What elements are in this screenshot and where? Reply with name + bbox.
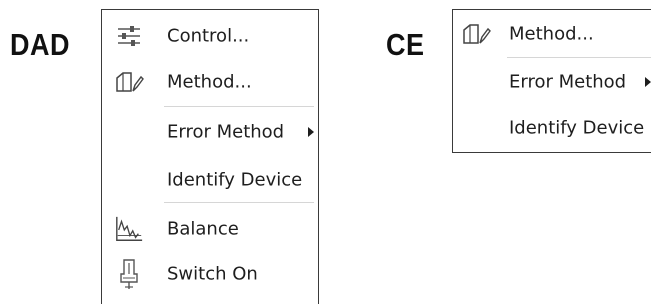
menu-item-label: Identify Device xyxy=(509,117,645,139)
dad-context-menu: Control... Method... Error Method Identi… xyxy=(101,9,319,304)
menu-item-error-method[interactable]: Error Method xyxy=(102,112,318,152)
menu-item-method[interactable]: Method... xyxy=(102,62,318,102)
menu-item-identify-device[interactable]: Identify Device xyxy=(102,160,318,200)
menu-item-label: Balance xyxy=(167,218,239,240)
menu-item-label: Method... xyxy=(167,71,252,93)
menu-separator xyxy=(164,106,314,107)
lamp-icon xyxy=(114,259,144,289)
menu-item-control[interactable]: Control... xyxy=(102,16,318,56)
method-edit-icon xyxy=(461,19,491,49)
ce-panel-label: CE xyxy=(386,28,425,62)
method-edit-icon xyxy=(114,67,144,97)
menu-item-switch-on[interactable]: Switch On xyxy=(102,254,318,294)
submenu-arrow-icon xyxy=(308,127,314,137)
menu-item-identify-device[interactable]: Identify Device xyxy=(453,108,651,148)
balance-icon xyxy=(114,214,144,244)
submenu-arrow-icon xyxy=(645,77,651,87)
menu-item-label: Identify Device xyxy=(167,169,303,191)
menu-item-label: Method... xyxy=(509,23,594,45)
menu-item-label: Switch On xyxy=(167,263,258,285)
menu-item-label: Error Method xyxy=(509,71,627,93)
sliders-icon xyxy=(114,21,144,51)
menu-item-label: Control... xyxy=(167,25,250,47)
ce-context-menu: Method... Error Method Identify Device xyxy=(452,9,651,153)
menu-item-method[interactable]: Method... xyxy=(453,14,651,54)
menu-separator xyxy=(164,202,314,203)
menu-separator xyxy=(507,57,651,58)
menu-item-label: Error Method xyxy=(167,121,285,143)
dad-panel-label: DAD xyxy=(10,28,70,62)
menu-item-error-method[interactable]: Error Method xyxy=(453,62,651,102)
menu-item-balance[interactable]: Balance xyxy=(102,209,318,249)
